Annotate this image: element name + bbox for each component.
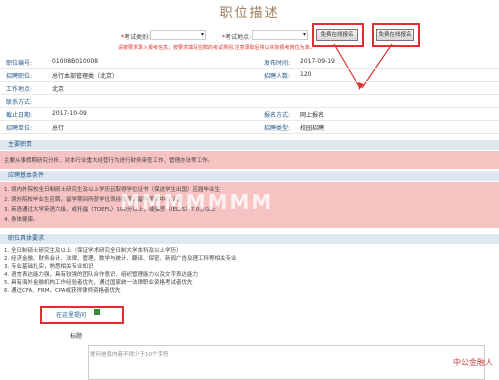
exam-place-label: *考试地点:	[222, 34, 252, 41]
value: 01008B010008	[52, 58, 99, 65]
spec-item: 6. 通过CFA、FRM、CPA或获得律师资格者优先	[4, 288, 121, 294]
apply-button[interactable]: 免费在线报名	[376, 29, 414, 41]
label: 招聘类型:	[264, 125, 291, 132]
spec-item: 4. 语言表达能力强，具有较强的团队合作意识、组织管理能力以及文字表达能力	[4, 272, 198, 278]
section-specific: 职位具体要求	[0, 234, 499, 244]
spec-item: 5. 具有海外金融机构工作经验者优先，通过国家统一法律职业资格考试者优先	[4, 280, 193, 286]
label: 招聘单位:	[6, 125, 33, 132]
value: 网上报名	[300, 112, 325, 119]
section-duty: 主要职责	[0, 140, 499, 150]
label: 招聘人数:	[264, 73, 291, 80]
spec-item: 1. 全日制硕士研究生及以上（保证学术研究全日制大学本科及以上学历）	[4, 248, 182, 254]
info-row: 截止日期: 2017-10-09 报名方式: 网上报名	[0, 108, 499, 121]
info-row: 职位编号: 01008B010008 发布时间: 2017-09-19	[0, 56, 499, 69]
label: 报名方式:	[264, 112, 291, 119]
label: 招聘职位:	[6, 73, 33, 80]
checkbox-icon[interactable]	[94, 309, 100, 315]
exam-type-label: *考试类别:	[121, 34, 151, 41]
qa-field-label: 标题	[70, 333, 83, 340]
value: 总行	[52, 125, 65, 132]
spec-item: 2. 经济金融、财务会计、法律、管理、数学与统计、翻译、保密、新闻广告及理工科等…	[4, 256, 237, 262]
question-textarea[interactable]	[88, 345, 485, 380]
value: 2017-09-19	[300, 58, 335, 65]
search-button[interactable]: 免费在线报名	[316, 29, 358, 41]
req-text: 4. 身体健康。	[4, 217, 39, 223]
spec-item: 3. 专业基础扎实，熟悉相关专业知识	[4, 264, 94, 270]
exam-type-select[interactable]: ▾	[150, 30, 206, 40]
value: 2017-10-09	[52, 110, 87, 117]
watermark-text: 中公金融人	[453, 358, 493, 367]
info-row: 招聘职位: 总行本部管理类（北京） 招聘人数: 120	[0, 69, 499, 82]
value: 总行本部管理类（北京）	[52, 73, 119, 80]
value: 校园招聘	[300, 125, 325, 132]
info-row: 招聘单位: 总行 招聘类型: 校园招聘	[0, 121, 499, 134]
info-row: 联系方式:	[0, 95, 499, 108]
chevron-down-icon: ▾	[302, 31, 306, 38]
value: 120	[300, 71, 312, 78]
label: 工作地点:	[6, 86, 33, 93]
pink-block: 主要从事假期研究分析、对本行业重大经营行为进行财务审查工作、管理办法等工作。	[0, 151, 499, 169]
info-row: 工作地点: 北京	[0, 82, 499, 95]
value: 北京	[52, 86, 65, 93]
exam-place-select[interactable]: ▾	[252, 30, 308, 40]
qa-label: 在这里提问	[56, 312, 87, 319]
chevron-down-icon: ▾	[200, 31, 204, 38]
duty-text: 主要从事假期研究分析、对本行业重大经营行为进行财务审查工作、管理办法等工作。	[4, 158, 214, 164]
section-requirement: 应聘基本条件	[0, 171, 499, 181]
label: 职位编号:	[6, 60, 33, 67]
overlay-text: MMMMMMM	[120, 190, 274, 214]
label: 发布时间:	[264, 60, 291, 67]
label: 联系方式:	[6, 99, 33, 106]
page-title: 职位描述	[219, 6, 280, 21]
warning-text: 请按要求录入报考信息；按要求填写应聘的考试类别,注意录取后将以实际报考岗位为准。	[118, 45, 315, 51]
label: 截止日期:	[6, 112, 33, 119]
